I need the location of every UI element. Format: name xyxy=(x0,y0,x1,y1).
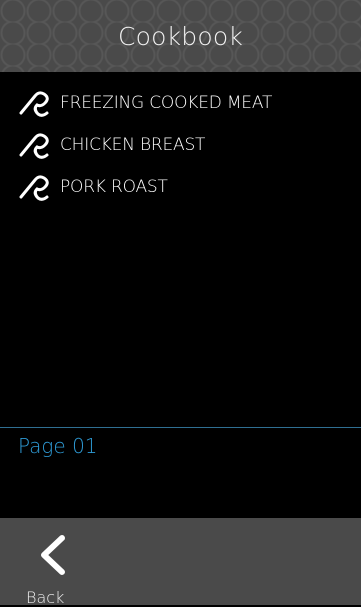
list-item-label: CHICKEN BREAST xyxy=(60,135,206,155)
list-item[interactable]: FREEZING COOKED MEAT xyxy=(0,82,361,124)
list-item-label: PORK ROAST xyxy=(60,177,168,197)
recipe-hook-icon xyxy=(18,86,56,120)
list-item[interactable]: CHICKEN BREAST xyxy=(0,124,361,166)
page-divider xyxy=(0,427,361,428)
back-button[interactable]: Back xyxy=(18,530,78,607)
page-title: Cookbook xyxy=(117,21,244,51)
recipe-hook-icon xyxy=(18,128,56,162)
recipe-list: FREEZING COOKED MEAT CHICKEN BREAST PORK… xyxy=(0,82,361,208)
recipe-hook-icon xyxy=(18,170,56,204)
page-indicator: Page 01 xyxy=(18,434,98,458)
back-label: Back xyxy=(26,588,65,607)
footer-bar: Back xyxy=(0,518,361,607)
list-item[interactable]: PORK ROAST xyxy=(0,166,361,208)
header-bar: Cookbook xyxy=(0,0,361,72)
list-item-label: FREEZING COOKED MEAT xyxy=(60,93,273,113)
chevron-left-icon xyxy=(38,534,68,580)
